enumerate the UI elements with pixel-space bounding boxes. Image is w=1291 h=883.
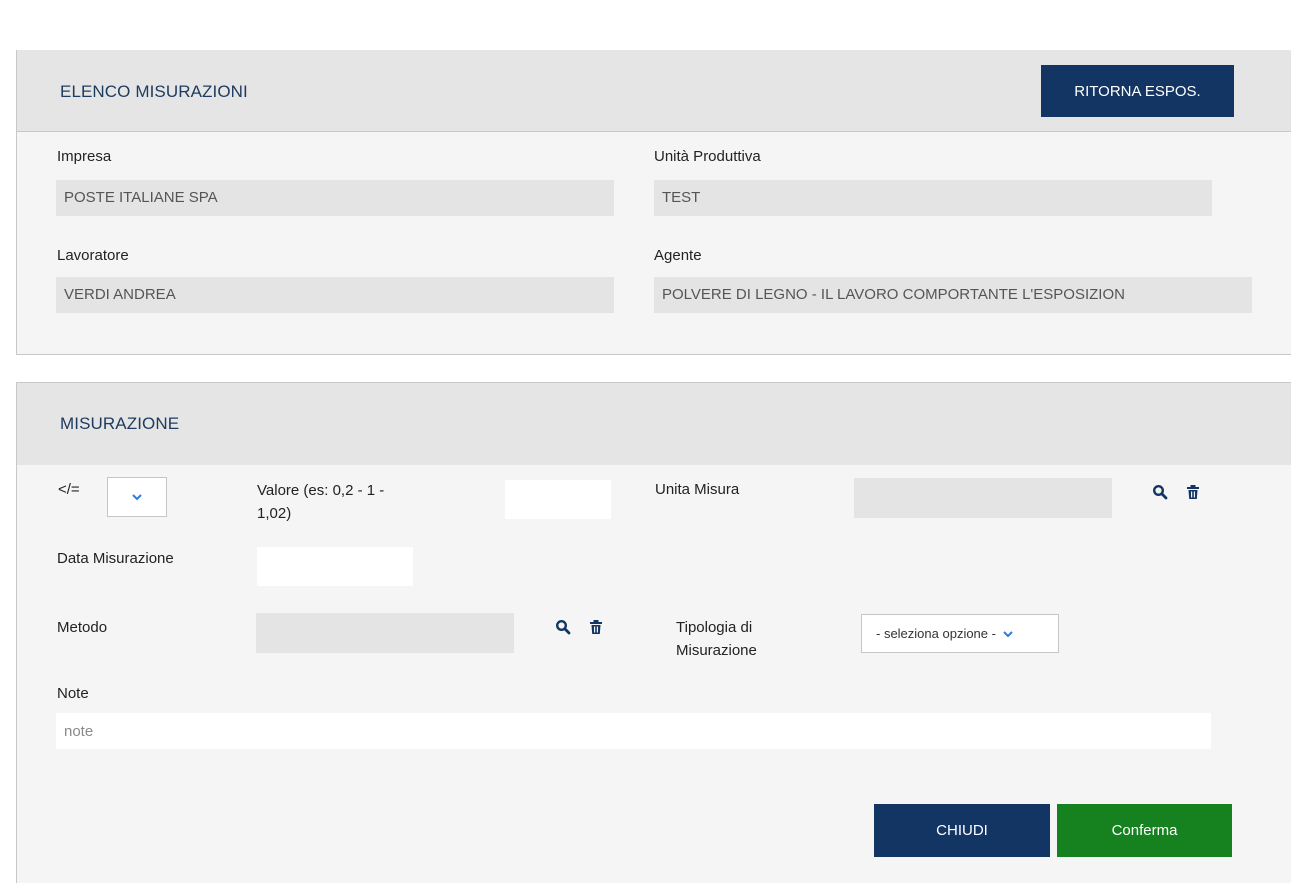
- agente-label: Agente: [654, 247, 702, 264]
- operator-label: </=: [58, 481, 80, 498]
- note-input[interactable]: [56, 713, 1211, 749]
- valore-input[interactable]: [505, 480, 611, 519]
- chevron-down-icon: [132, 494, 142, 501]
- agente-field: POLVERE DI LEGNO - IL LAVORO COMPORTANTE…: [654, 277, 1252, 313]
- tipologia-select[interactable]: - seleziona opzione -: [861, 614, 1059, 653]
- page-title: ELENCO MISURAZIONI: [60, 82, 248, 101]
- measurement-panel-header: MISURAZIONE: [17, 382, 1291, 465]
- valore-label-line2: 1,02): [257, 505, 292, 522]
- impresa-field: POSTE ITALIANE SPA: [56, 180, 614, 216]
- tipologia-label-line2: Misurazione: [676, 642, 757, 659]
- tipologia-selected-value: - seleziona opzione -: [876, 626, 996, 641]
- measurement-title: MISURAZIONE: [60, 414, 180, 433]
- return-exposure-button[interactable]: RITORNA ESPOS.: [1041, 65, 1234, 117]
- unita-produttiva-field: TEST: [654, 180, 1212, 216]
- operator-select[interactable]: [107, 477, 167, 517]
- unita-misura-label: Unita Misura: [655, 481, 740, 498]
- unita-misura-field: [854, 478, 1112, 518]
- valore-label-line1: Valore (es: 0,2 - 1 -: [257, 482, 385, 499]
- metodo-label: Metodo: [57, 619, 108, 636]
- close-button[interactable]: CHIUDI: [874, 804, 1050, 857]
- tipologia-label-line1: Tipologia di: [676, 619, 753, 636]
- confirm-button[interactable]: Conferma: [1057, 804, 1232, 857]
- trash-icon[interactable]: [1185, 484, 1201, 500]
- data-misurazione-label: Data Misurazione: [57, 550, 174, 567]
- chevron-down-icon: [1003, 630, 1013, 637]
- note-label: Note: [57, 685, 89, 702]
- metodo-field: [256, 613, 514, 653]
- trash-icon[interactable]: [588, 619, 604, 635]
- lavoratore-field: VERDI ANDREA: [56, 277, 614, 313]
- lavoratore-label: Lavoratore: [57, 247, 129, 264]
- data-misurazione-input[interactable]: [257, 547, 413, 586]
- search-icon[interactable]: [1152, 484, 1168, 500]
- impresa-label: Impresa: [57, 148, 112, 165]
- search-icon[interactable]: [555, 619, 571, 635]
- unita-produttiva-label: Unità Produttiva: [654, 148, 761, 165]
- info-panel-header: ELENCO MISURAZIONI RITORNA ESPOS.: [17, 50, 1291, 132]
